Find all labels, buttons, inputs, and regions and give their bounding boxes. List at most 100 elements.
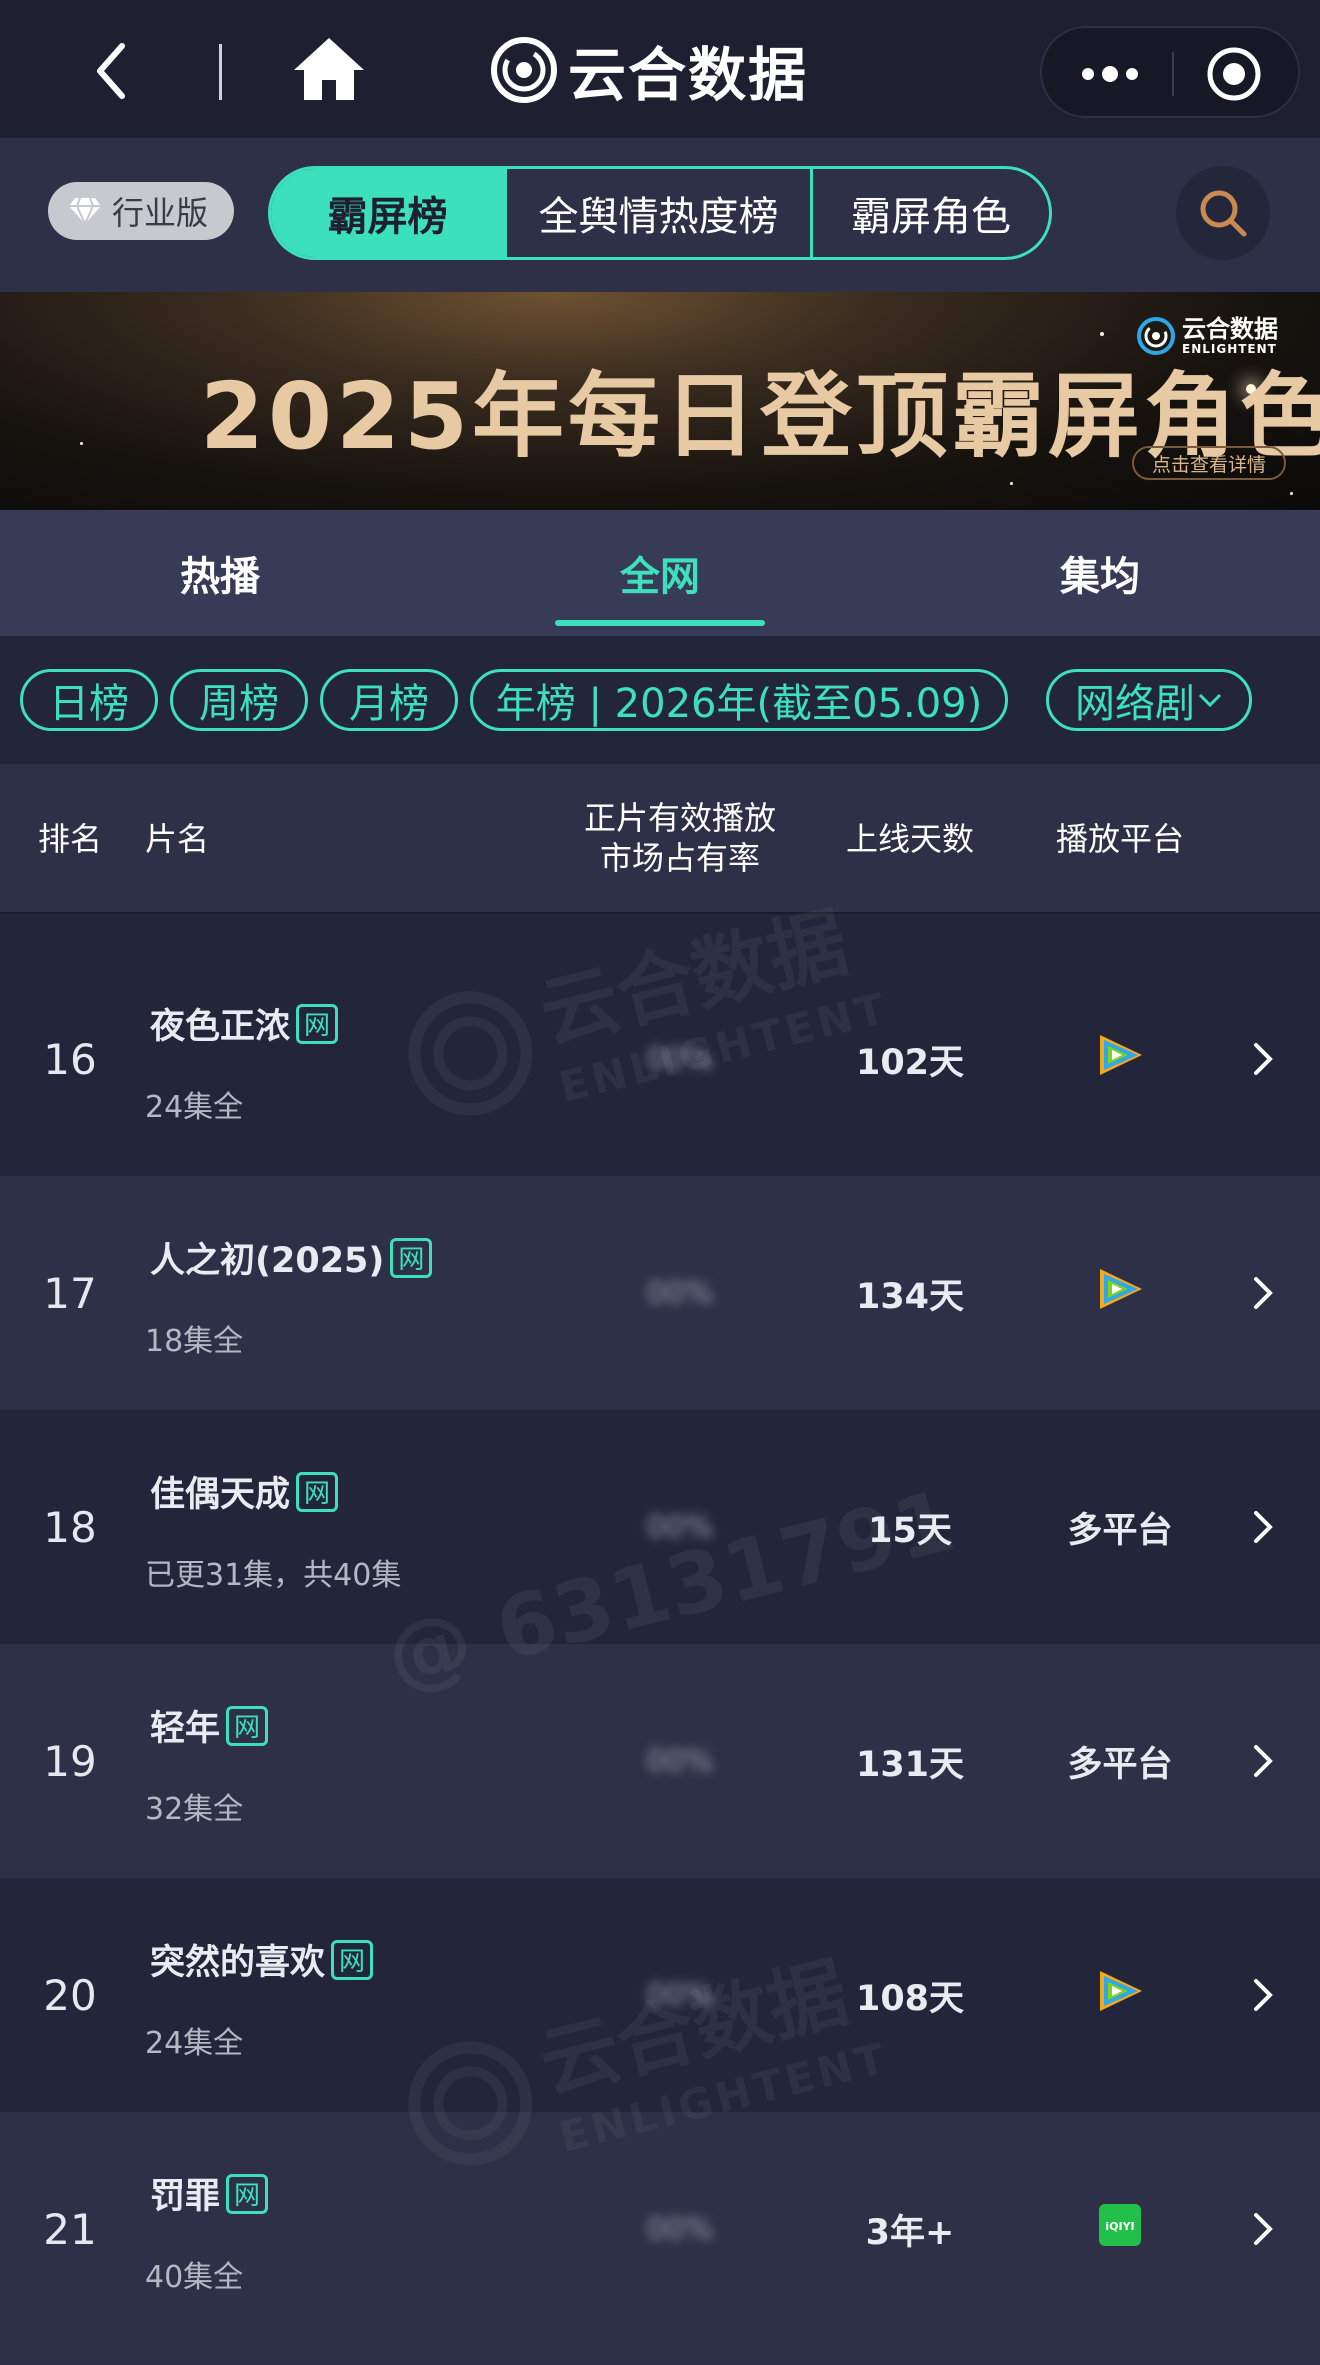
row-episodes: 18集全: [145, 1324, 244, 1359]
filter-bar: 日榜 周榜 月榜 年榜 | 2026年(截至05.09) 网络剧: [0, 636, 1320, 764]
tab-hot-airing[interactable]: 热播: [110, 510, 330, 636]
mini-program-capsule: [1040, 26, 1300, 118]
header-share-line1: 正片有效播放: [583, 799, 776, 837]
capsule-divider: [1172, 52, 1174, 96]
banner-sparkle: [1010, 482, 1013, 485]
row-episodes: 32集全: [145, 1792, 244, 1827]
row-rank: 19: [43, 1736, 97, 1786]
filter-daily[interactable]: 日榜: [20, 669, 158, 731]
home-icon[interactable]: [290, 34, 368, 104]
category-tabs: 热播 全网 集均: [0, 510, 1320, 636]
row-platform: 多平台: [1030, 1410, 1210, 1644]
table-row[interactable]: 16 夜色正浓网 24集全 00% 102天: [0, 942, 1320, 1176]
tab-dominance-roles[interactable]: 霸屏角色: [813, 169, 1049, 257]
header-platform: 播放平台: [1055, 820, 1184, 858]
row-rank: 20: [43, 1970, 97, 2020]
row-days: 134天: [855, 1276, 965, 1317]
row-title: 夜色正浓: [150, 1007, 291, 1047]
row-platform: 多平台: [1030, 1644, 1210, 1878]
table-row[interactable]: 17 人之初(2025) 网 18集全 00% 134天: [0, 1176, 1320, 1410]
row-platform-label: 多平台: [1067, 1744, 1173, 1785]
iqiyi-icon: iQIYI: [1097, 2202, 1143, 2257]
row-rank: 18: [43, 1502, 97, 1552]
banner-sparkle: [1100, 332, 1104, 336]
promo-banner[interactable]: 2025年每日登顶霸屏角色 云合数据 ENLIGHTENT 点击查看详情: [0, 292, 1320, 510]
chevron-right-icon[interactable]: [1242, 1263, 1282, 1323]
active-tab-underline: [555, 620, 765, 626]
tencent-video-icon: [1094, 1266, 1146, 1321]
row-market-share: 00%: [646, 1743, 714, 1779]
back-icon[interactable]: [78, 36, 148, 106]
row-market-share: 00%: [646, 1041, 714, 1077]
row-rank: 21: [43, 2204, 97, 2254]
tencent-video-icon: [1094, 1968, 1146, 2023]
row-market-share: 00%: [646, 1977, 714, 2013]
row-platform: [1030, 1176, 1210, 1410]
tab-sentiment-heat-chart[interactable]: 全舆情热度榜: [507, 169, 813, 257]
table-row[interactable]: 19 轻年网 32集全 00% 131天 多平台: [0, 1644, 1320, 1878]
row-title: 人之初(2025): [150, 1241, 385, 1281]
filter-weekly[interactable]: 周榜: [170, 669, 308, 731]
row-episodes: 24集全: [145, 1090, 244, 1125]
row-episodes: 40集全: [145, 2260, 244, 2295]
brand-logo-icon: [1137, 317, 1175, 355]
net-drama-badge: 网: [226, 1705, 269, 1746]
net-drama-badge: 网: [296, 1471, 339, 1512]
row-title: 罚罪: [150, 2177, 221, 2217]
table-header: 排名 片名 正片有效播放 市场占有率 上线天数 播放平台: [0, 764, 1320, 914]
tab-episode-average[interactable]: 集均: [990, 510, 1210, 636]
tab-dominance-chart[interactable]: 霸屏榜: [271, 169, 507, 257]
row-platform: [1030, 1878, 1210, 2112]
industry-edition-badge[interactable]: 行业版: [48, 182, 235, 240]
row-title: 佳偶天成: [150, 1475, 291, 1515]
brand-logo-icon: [491, 37, 557, 103]
filter-monthly[interactable]: 月榜: [320, 669, 458, 731]
banner-view-details-button[interactable]: 点击查看详情: [1132, 446, 1286, 480]
main-tab-group: 霸屏榜 全舆情热度榜 霸屏角色: [268, 166, 1052, 260]
close-mini-program-icon[interactable]: [1204, 44, 1264, 104]
top-nav-bar: 云合数据: [0, 0, 1320, 138]
net-drama-badge: 网: [390, 1237, 433, 1278]
diamond-icon: [69, 197, 101, 225]
header-days: 上线天数: [845, 820, 974, 858]
search-icon: [1200, 190, 1247, 237]
row-episodes: 24集全: [145, 2026, 244, 2061]
chevron-right-icon[interactable]: [1242, 1497, 1282, 1557]
filter-yearly[interactable]: 年榜 | 2026年(截至05.09): [470, 669, 1008, 731]
row-days: 3年+: [865, 2212, 955, 2253]
row-platform-label: 多平台: [1067, 1510, 1173, 1551]
nav-divider: [219, 44, 222, 100]
row-episodes: 已更31集，共40集: [145, 1558, 402, 1593]
chevron-down-icon: [1198, 693, 1222, 708]
tab-all-network[interactable]: 全网: [550, 510, 770, 636]
chevron-right-icon[interactable]: [1242, 2199, 1282, 2259]
header-share-line2: 市场占有率: [599, 839, 760, 877]
row-market-share: 00%: [646, 1275, 714, 1311]
table-row[interactable]: 20 突然的喜欢网 24集全 00% 108天: [0, 1878, 1320, 2112]
row-days: 108天: [855, 1978, 965, 2019]
edition-label: 行业版: [112, 194, 209, 232]
chevron-right-icon[interactable]: [1242, 1731, 1282, 1791]
banner-logo-cn: 云合数据: [1182, 315, 1278, 343]
brand-title: 云合数据: [568, 41, 809, 109]
genre-select-value: 网络剧: [1075, 681, 1195, 727]
svg-text:iQIYI: iQIYI: [1105, 2220, 1134, 2233]
banner-sparkle: [1290, 492, 1293, 495]
table-row[interactable]: 21 罚罪网 40集全 00% 3年+ iQIYI: [0, 2112, 1320, 2365]
net-drama-badge: 网: [226, 2173, 269, 2214]
chevron-right-icon[interactable]: [1242, 1029, 1282, 1089]
chevron-right-icon[interactable]: [1242, 1965, 1282, 2025]
more-icon[interactable]: [1070, 46, 1150, 102]
brand: 云合数据: [490, 30, 808, 110]
row-title: 突然的喜欢: [150, 1943, 326, 1983]
banner-sparkle: [80, 442, 83, 445]
genre-select[interactable]: 网络剧: [1046, 669, 1252, 731]
header-rank: 排名: [37, 820, 102, 858]
row-title: 轻年: [150, 1709, 221, 1749]
row-rank: 17: [43, 1268, 97, 1318]
row-days: 102天: [855, 1042, 965, 1083]
row-platform: [1030, 942, 1210, 1176]
search-button[interactable]: [1176, 166, 1270, 260]
banner-logo: 云合数据 ENLIGHTENT: [1136, 316, 1278, 356]
net-drama-badge: 网: [296, 1003, 339, 1044]
